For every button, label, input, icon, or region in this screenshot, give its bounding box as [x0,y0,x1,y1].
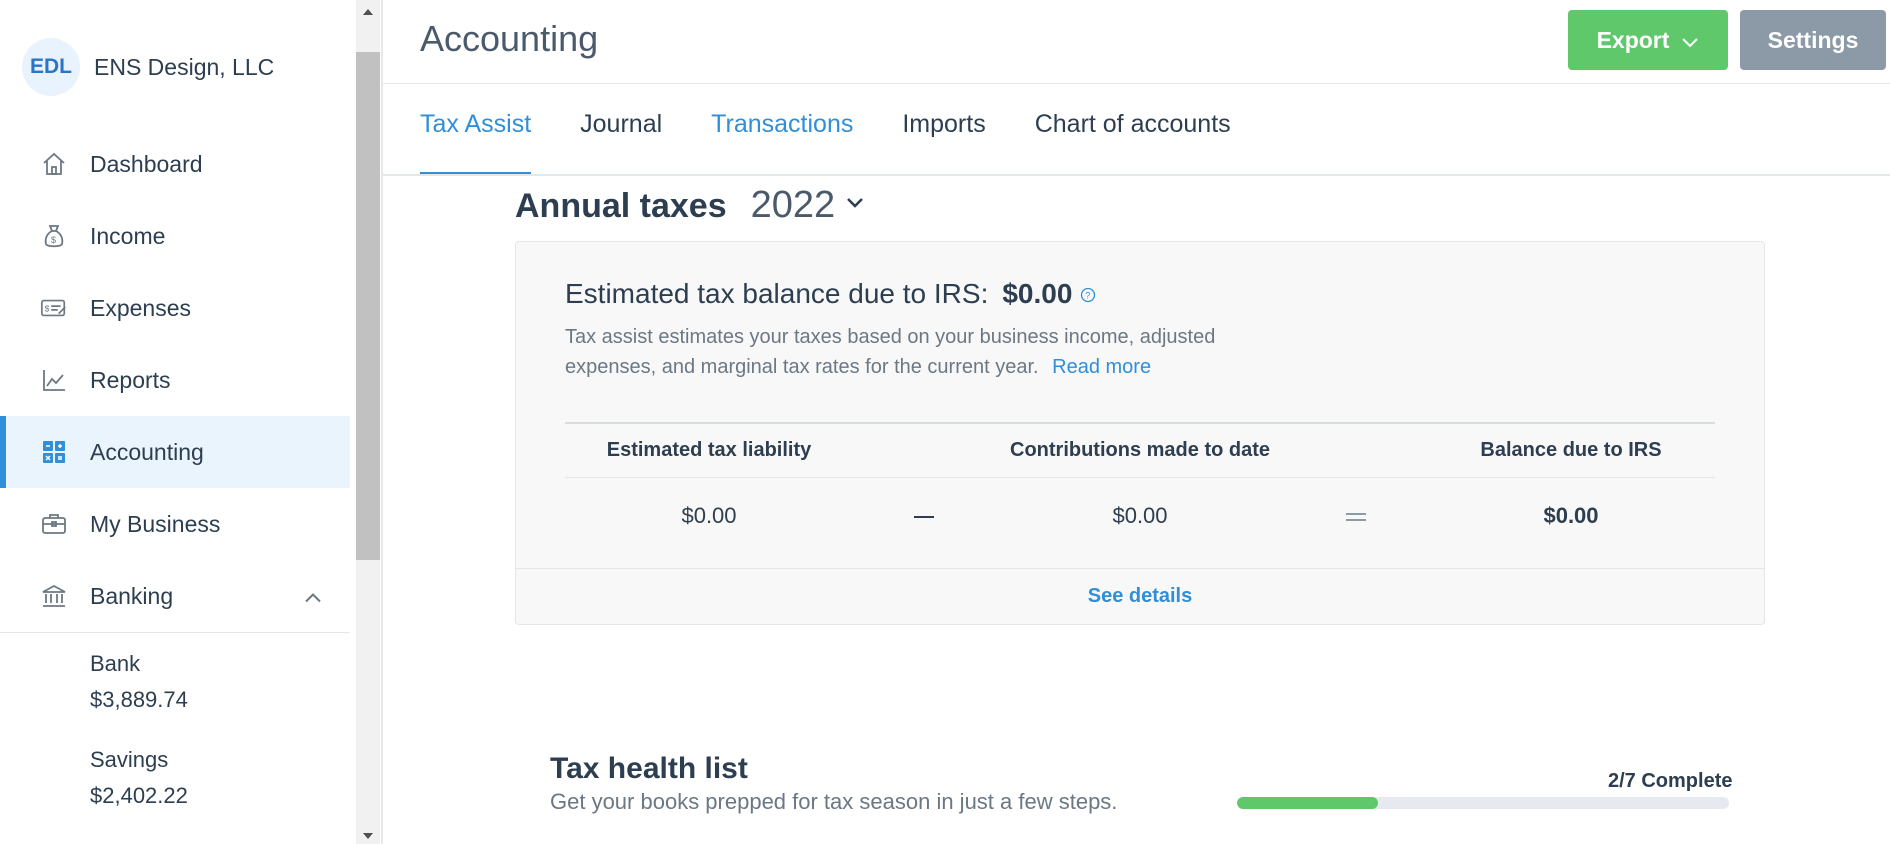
tax-health-progress-label: 2/7 Complete [1608,770,1733,792]
estimated-balance-amount: $0.00 [1002,278,1073,309]
balance-due-value: $0.00 [1543,503,1599,528]
org-name: ENS Design, LLC [94,53,275,80]
account-name: Bank [90,651,141,676]
sidebar-divider [0,632,350,633]
sidebar-item-accounting[interactable]: Accounting [0,416,350,488]
export-button[interactable]: Export [1568,10,1728,70]
sidebar-item-reports[interactable]: Reports [0,344,350,416]
chevron-down-icon[interactable] [845,196,865,215]
tab-journal[interactable]: Journal [580,110,662,176]
line-chart-icon [40,366,68,394]
column-header: Contributions made to date [1010,439,1270,461]
org-switcher[interactable]: EDL ENS Design, LLC [22,38,274,96]
sidebar-item-label: Dashboard [90,150,203,177]
sidebar-item-label: Reports [90,366,171,393]
account-name: Savings [90,747,169,772]
progress-fill [1237,797,1378,809]
grid-icon [40,438,68,466]
sidebar-nav: Dashboard $ Income $ Expenses Reports Ac… [0,128,350,632]
tab-imports[interactable]: Imports [902,110,985,176]
account-balance: $3,889.74 [90,687,188,712]
bank-account-bank[interactable]: Bank $3,889.74 [90,646,188,718]
sidebar-item-label: Expenses [90,294,192,321]
see-details-link[interactable]: See details [516,568,1764,624]
account-balance: $2,402.22 [90,783,188,808]
export-label: Export [1596,26,1670,53]
sidebar-scrollbar[interactable] [356,0,380,844]
sidebar-item-label: Banking [90,582,174,609]
table-header-row: Estimated tax liability Contributions ma… [565,424,1715,478]
sidebar-item-my-business[interactable]: My Business [0,488,350,560]
scroll-thumb[interactable] [356,52,380,560]
svg-text:$: $ [45,304,50,314]
sidebar-item-label: My Business [90,510,221,537]
equals-icon [1285,503,1427,529]
money-bag-icon: $ [40,222,68,250]
tax-health-progress-bar [1237,797,1729,809]
tax-health-subtitle: Get your books prepped for tax season in… [550,789,1118,814]
help-icon[interactable]: ? [1080,278,1096,310]
tabs-divider [383,174,1890,176]
sidebar-item-expenses[interactable]: $ Expenses [0,272,350,344]
page-title: Accounting [420,18,599,59]
chevron-up-icon[interactable] [304,583,322,610]
sidebar-item-label: Accounting [90,438,204,465]
table-row: $0.00 $0.00 $0.00 [565,478,1715,554]
bank-icon [40,582,68,610]
svg-text:$: $ [51,235,56,245]
tab-tax-assist[interactable]: Tax Assist [420,110,532,176]
contributions-value: $0.00 [1112,503,1168,528]
estimated-balance-line: Estimated tax balance due to IRS: $0.00 … [565,278,1096,310]
bank-account-savings[interactable]: Savings $2,402.22 [90,742,188,814]
chevron-down-icon [1681,27,1699,54]
minus-icon [853,503,995,529]
tax-summary-table: Estimated tax liability Contributions ma… [565,422,1715,554]
tab-chart-of-accounts[interactable]: Chart of accounts [1035,110,1231,176]
column-header: Estimated tax liability [606,439,812,461]
header-divider [383,83,1890,84]
sidebar-border [381,0,383,844]
accounting-tabs: Tax Assist Journal Transactions Imports … [420,110,1280,176]
annual-taxes-header: Annual taxes 2022 [515,184,865,227]
sidebar-item-label: Income [90,222,166,249]
settings-label: Settings [1767,26,1859,53]
scroll-up-arrow-icon[interactable] [363,9,373,15]
estimate-description: Tax assist estimates your taxes based on… [565,322,1245,382]
annual-taxes-title: Annual taxes [515,187,727,225]
org-avatar: EDL [22,38,80,96]
estimated-liability-value: $0.00 [681,503,737,528]
read-more-link[interactable]: Read more [1052,356,1151,378]
scroll-down-arrow-icon[interactable] [363,833,373,839]
sidebar: EDL ENS Design, LLC Dashboard $ Income $… [0,0,350,844]
column-header: Balance due to IRS [1480,439,1662,461]
tab-transactions[interactable]: Transactions [711,110,853,176]
estimated-balance-label: Estimated tax balance due to IRS: [565,278,989,309]
sidebar-item-banking[interactable]: Banking [0,560,350,632]
tax-health-title: Tax health list [550,752,748,785]
settings-button[interactable]: Settings [1740,10,1886,70]
receipt-icon: $ [40,294,68,322]
sidebar-item-dashboard[interactable]: Dashboard [0,128,350,200]
briefcase-icon [40,510,68,538]
year-selector[interactable]: 2022 [751,184,836,227]
svg-text:?: ? [1086,291,1091,301]
sidebar-item-income[interactable]: $ Income [0,200,350,272]
tax-estimate-card: Estimated tax balance due to IRS: $0.00 … [515,241,1765,625]
home-icon [40,150,68,178]
